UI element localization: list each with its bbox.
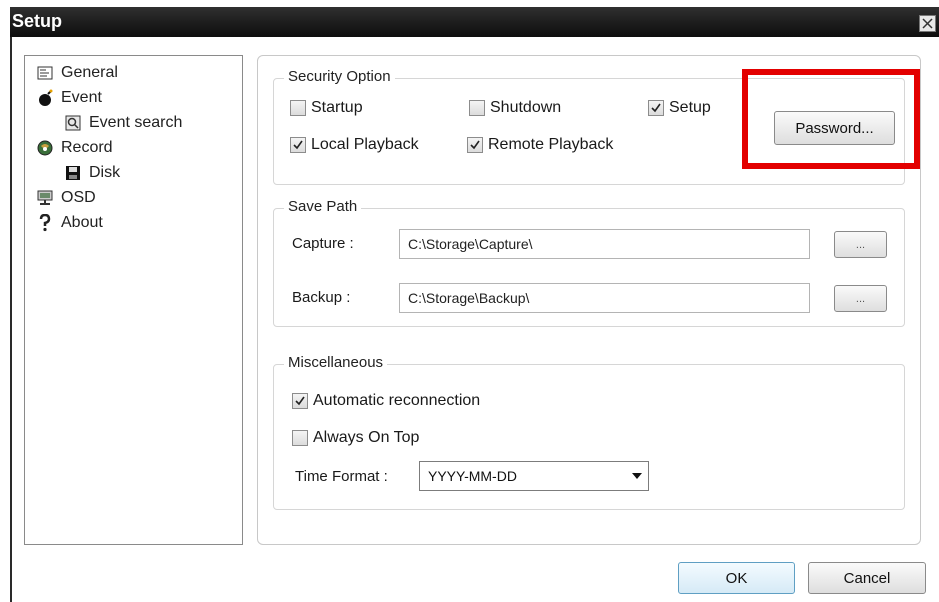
startup-checkbox[interactable]: Startup (290, 99, 363, 117)
tree-item-event[interactable]: Event (35, 87, 102, 109)
checkbox-box (467, 137, 483, 153)
event-search-icon (63, 114, 83, 132)
backup-path-input[interactable]: C:\Storage\Backup\ (399, 283, 810, 313)
highlight-box (742, 69, 920, 169)
always-on-top-checkbox[interactable]: Always On Top (292, 429, 419, 447)
tree-item-record[interactable]: Record (35, 137, 113, 159)
time-format-select[interactable]: YYYY-MM-DD (419, 461, 649, 491)
remote-playback-checkbox[interactable]: Remote Playback (467, 136, 613, 154)
tree-item-label: Event search (89, 114, 183, 131)
checkbox-box (292, 393, 308, 409)
tree-item-general[interactable]: General (35, 62, 118, 84)
tree-item-label: General (61, 64, 118, 81)
group-title: Security Option (284, 68, 395, 85)
local-playback-checkbox[interactable]: Local Playback (290, 136, 419, 154)
setup-checkbox[interactable]: Setup (648, 99, 711, 117)
checkmark-icon (651, 103, 661, 113)
tree-item-label: Record (61, 139, 113, 156)
checkmark-icon (470, 140, 480, 150)
about-icon (35, 214, 55, 232)
group-title: Miscellaneous (284, 354, 388, 371)
title-bar: Setup (10, 7, 939, 37)
chevron-down-icon (632, 473, 642, 479)
settings-tree: General Event Event search Record Disk O… (24, 55, 243, 545)
shutdown-checkbox[interactable]: Shutdown (469, 99, 561, 117)
backup-browse-button[interactable]: ... (834, 285, 887, 312)
tree-item-label: About (61, 214, 103, 231)
window-title: Setup (12, 11, 63, 31)
checkmark-icon (293, 140, 303, 150)
close-button[interactable] (919, 15, 936, 32)
automatic-reconnection-checkbox[interactable]: Automatic reconnection (292, 392, 480, 410)
time-format-value: YYYY-MM-DD (428, 468, 517, 484)
checkbox-box (469, 100, 485, 116)
close-icon (922, 18, 933, 29)
cancel-button[interactable]: Cancel (808, 562, 926, 594)
checkmark-icon (295, 396, 305, 406)
tree-item-about[interactable]: About (35, 212, 103, 234)
tree-item-label: OSD (61, 189, 96, 206)
checkbox-box (290, 100, 306, 116)
backup-label: Backup : (292, 289, 351, 306)
tree-item-label: Disk (89, 164, 121, 181)
capture-browse-button[interactable]: ... (834, 231, 887, 258)
miscellaneous-group: Miscellaneous Automatic reconnection Alw… (273, 354, 905, 510)
osd-icon (35, 189, 55, 207)
general-icon (35, 64, 55, 82)
tree-item-osd[interactable]: OSD (35, 187, 96, 209)
tree-item-event-search[interactable]: Event search (63, 112, 182, 134)
capture-path-input[interactable]: C:\Storage\Capture\ (399, 229, 810, 259)
checkbox-box (290, 137, 306, 153)
group-title: Save Path (284, 198, 362, 215)
tree-item-label: Event (61, 89, 102, 106)
ok-button[interactable]: OK (678, 562, 795, 594)
event-icon (35, 89, 55, 107)
tree-item-disk[interactable]: Disk (63, 162, 120, 184)
checkbox-box (648, 100, 664, 116)
record-icon (35, 139, 55, 157)
time-format-label: Time Format : (295, 468, 388, 485)
save-path-group: Save Path Capture : C:\Storage\Capture\ … (273, 198, 905, 327)
capture-label: Capture : (292, 235, 354, 252)
disk-icon (63, 164, 83, 182)
checkbox-box (292, 430, 308, 446)
